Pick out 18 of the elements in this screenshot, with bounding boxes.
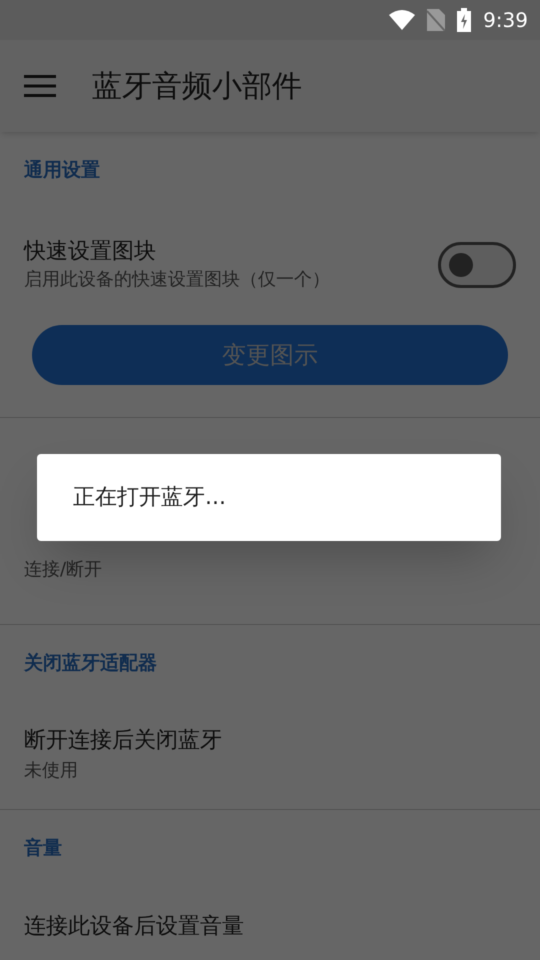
setting-title: 断开连接后关闭蓝牙 [24,727,223,755]
section-header: 通用设置 [24,159,100,181]
section-header: 音量 [24,837,62,859]
toggle-switch[interactable] [438,242,516,288]
battery-charging-icon [457,8,472,32]
wifi-icon [389,10,416,30]
dialog-message: 正在打开蓝牙... [73,484,226,512]
setting-title: 连接此设备后设置音量 [24,912,245,940]
menu-icon[interactable] [24,75,56,97]
app-title: 蓝牙音频小部件 [92,68,302,106]
setting-title: 快速设置图块 [24,238,157,266]
setting-subtitle: 连接/断开 [24,558,104,582]
setting-subtitle: 未使用 [24,759,79,783]
setting-subtitle: 启用此设备的快速设置图块（仅一个） [24,268,331,292]
section-header: 关闭蓝牙适配器 [24,652,157,674]
change-icon-button[interactable]: 变更图示 [32,324,508,384]
no-sim-icon [427,9,446,31]
status-time: 9:39 [483,7,528,34]
